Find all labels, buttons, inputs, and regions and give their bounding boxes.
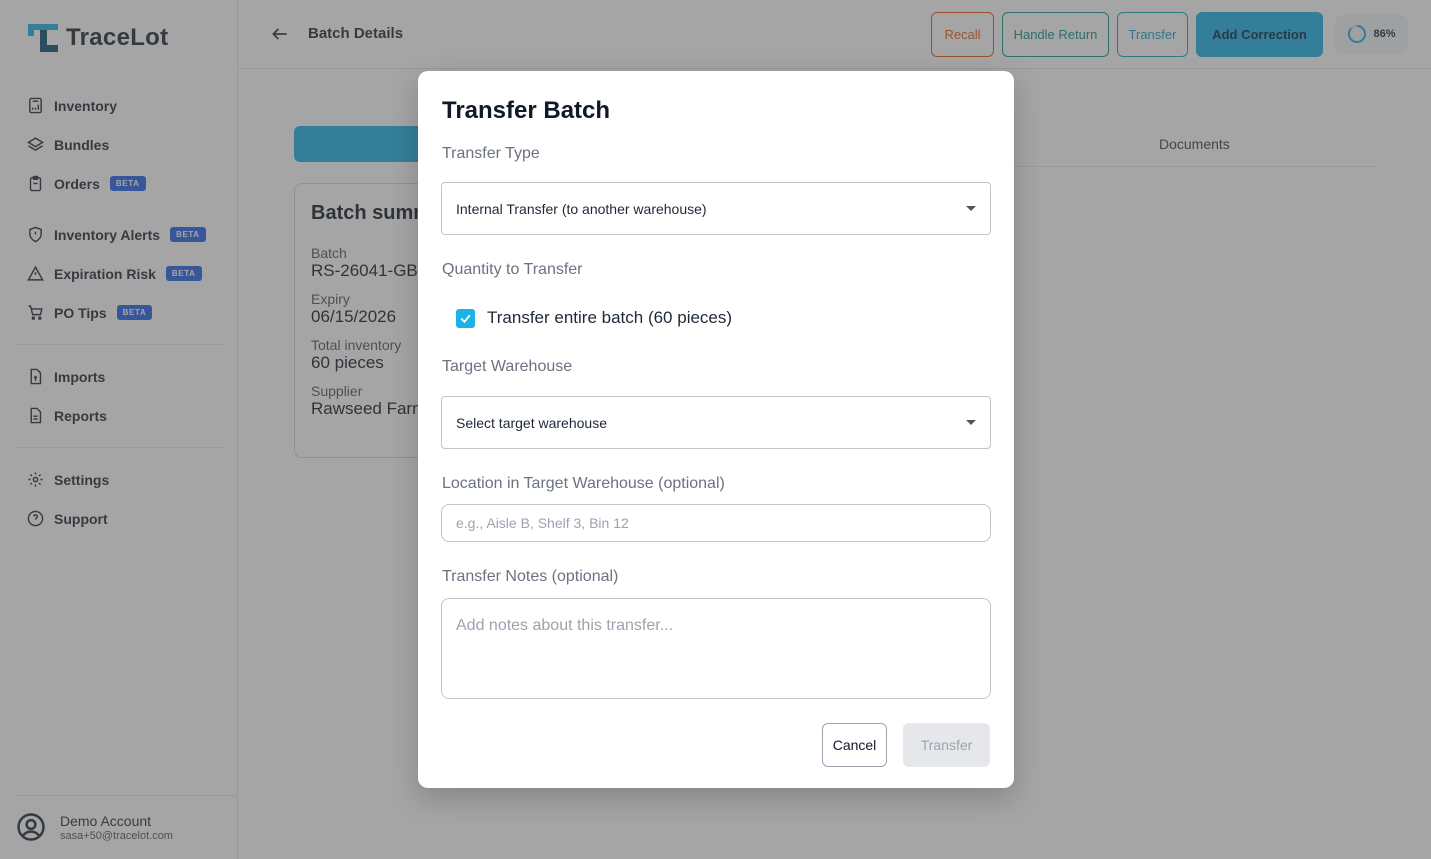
dialog-title: Transfer Batch <box>442 97 611 124</box>
cancel-button[interactable]: Cancel <box>822 723 887 767</box>
target-warehouse-value: Select target warehouse <box>456 414 607 431</box>
transfer-batch-dialog: Transfer Batch Transfer Type Internal Tr… <box>418 71 1014 788</box>
dropdown-caret-icon <box>966 420 976 425</box>
transfer-type-label: Transfer Type <box>442 145 540 162</box>
checkmark-icon <box>460 314 471 323</box>
transfer-entire-batch-option[interactable]: Transfer entire batch (60 pieces) <box>456 308 732 328</box>
target-warehouse-select[interactable]: Select target warehouse <box>441 396 991 449</box>
transfer-entire-batch-checkbox[interactable] <box>456 308 475 328</box>
target-warehouse-label: Target Warehouse <box>442 358 573 375</box>
transfer-type-value: Internal Transfer (to another warehouse) <box>456 200 707 217</box>
submit-transfer-button[interactable]: Transfer <box>903 723 990 767</box>
transfer-entire-batch-label: Transfer entire batch (60 pieces) <box>487 308 733 327</box>
notes-label: Transfer Notes (optional) <box>442 568 619 585</box>
transfer-type-select[interactable]: Internal Transfer (to another warehouse) <box>441 182 991 235</box>
location-input[interactable] <box>441 504 991 542</box>
location-label: Location in Target Warehouse (optional) <box>442 475 725 492</box>
quantity-label: Quantity to Transfer <box>442 261 583 278</box>
dropdown-caret-icon <box>966 206 976 211</box>
transfer-notes-textarea[interactable] <box>441 598 991 699</box>
